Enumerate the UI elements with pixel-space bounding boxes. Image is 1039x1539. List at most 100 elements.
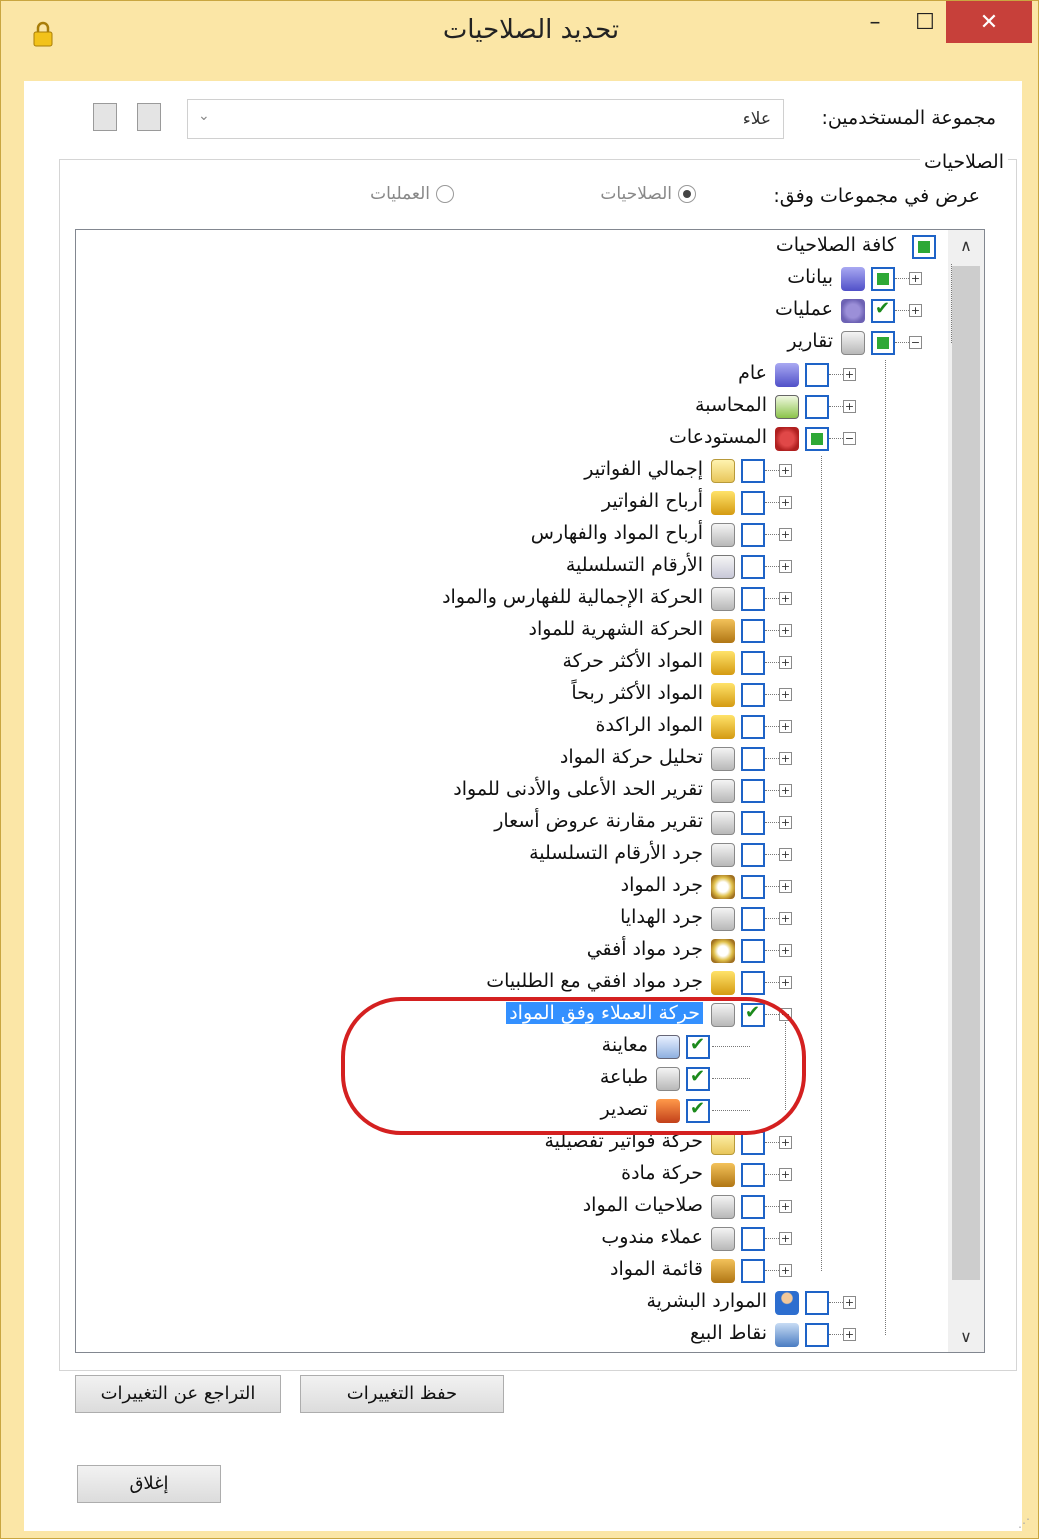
expand-icon[interactable]: +	[779, 816, 792, 829]
tree-row[interactable]: + أرباح الفواتير	[76, 488, 948, 518]
tree-row[interactable]: + الموارد البشرية	[76, 1288, 948, 1318]
tree-row[interactable]: + إجمالي الفواتير	[76, 456, 948, 486]
tree-item-label[interactable]: المحاسبة	[695, 394, 767, 416]
tree-row[interactable]: + الحركة الإجمالية للفهارس والمواد	[76, 584, 948, 614]
tree-checkbox[interactable]	[741, 491, 765, 515]
revert-changes-button[interactable]: التراجع عن التغييرات	[75, 1375, 281, 1413]
tree-row[interactable]: + المواد الراكدة	[76, 712, 948, 742]
tree-row[interactable]: + صلاحيات المواد	[76, 1192, 948, 1222]
tree-row[interactable]: + بيانات	[76, 264, 948, 294]
tree-checkbox[interactable]	[805, 363, 829, 387]
expand-icon[interactable]: +	[843, 400, 856, 413]
tree-item-label[interactable]: قائمة المواد	[610, 1258, 703, 1280]
maximize-button[interactable]: ☐	[904, 1, 946, 43]
tree-row[interactable]: + جرد مواد أفقي	[76, 936, 948, 966]
tree-row[interactable]: + جرد الهدايا	[76, 904, 948, 934]
tree-checkbox[interactable]	[741, 1163, 765, 1187]
scroll-down-arrow[interactable]: ∨	[948, 1327, 984, 1346]
tree-row[interactable]: + تحليل حركة المواد	[76, 744, 948, 774]
tree-checkbox[interactable]	[741, 779, 765, 803]
expand-icon[interactable]: +	[843, 368, 856, 381]
expand-icon[interactable]: +	[779, 592, 792, 605]
tree-row[interactable]: + عمليات	[76, 296, 948, 326]
scroll-thumb[interactable]	[952, 266, 980, 1280]
tree-item-label[interactable]: المستودعات	[669, 426, 767, 448]
tree-checkbox[interactable]	[741, 651, 765, 675]
chevron-down-icon[interactable]: ⌄	[198, 108, 210, 124]
tree-row[interactable]: − المستودعات	[76, 424, 948, 454]
tree-checkbox[interactable]	[871, 331, 895, 355]
expand-icon[interactable]: +	[843, 1296, 856, 1309]
tree-item-label[interactable]: عمليات	[775, 298, 833, 320]
expand-icon[interactable]: +	[909, 272, 922, 285]
tree-row[interactable]: + قائمة المواد	[76, 1256, 948, 1286]
tree-checkbox[interactable]	[741, 683, 765, 707]
tree-checkbox[interactable]	[741, 907, 765, 931]
tree-item-label[interactable]: عام	[738, 362, 767, 384]
expand-icon[interactable]: +	[779, 528, 792, 541]
tree-item-label[interactable]: جرد الهدايا	[620, 906, 703, 928]
tree-item-label[interactable]: الموارد البشرية	[646, 1290, 767, 1312]
radio-operations[interactable]: العمليات	[370, 184, 454, 204]
expand-icon[interactable]: +	[779, 848, 792, 861]
tree-item-label[interactable]: حركة مادة	[621, 1162, 703, 1184]
tree-row[interactable]: + المواد الأكثر حركة	[76, 648, 948, 678]
expand-icon[interactable]: +	[779, 784, 792, 797]
tree-checkbox[interactable]	[741, 715, 765, 739]
tree-item-label[interactable]: الأرقام التسلسلية	[566, 554, 703, 576]
expand-icon[interactable]: +	[779, 752, 792, 765]
tree-item-label[interactable]: بيانات	[787, 266, 833, 288]
expand-icon[interactable]: +	[779, 912, 792, 925]
tree-item-label[interactable]: عملاء مندوب	[601, 1226, 703, 1248]
tree-item-label[interactable]: الحركة الإجمالية للفهارس والمواد	[442, 586, 703, 608]
tree-checkbox[interactable]	[741, 1195, 765, 1219]
tree-row[interactable]: + جرد الأرقام التسلسلية	[76, 840, 948, 870]
tree-row[interactable]: كافة الصلاحيات	[76, 232, 948, 262]
tree-checkbox[interactable]	[741, 971, 765, 995]
tree-checkbox[interactable]	[741, 747, 765, 771]
user-group-combo[interactable]: علاء ⌄	[187, 99, 784, 139]
tree-item-label[interactable]: نقاط البيع	[690, 1322, 767, 1344]
tree-row[interactable]: − تقارير	[76, 328, 948, 358]
tree-checkbox[interactable]	[741, 1227, 765, 1251]
tree-checkbox[interactable]	[741, 811, 765, 835]
tree-item-label[interactable]: جرد مواد افقي مع الطلبيات	[486, 970, 703, 992]
tree-checkbox[interactable]	[805, 1323, 829, 1347]
expand-icon[interactable]: +	[779, 976, 792, 989]
tree-row[interactable]: + عام	[76, 360, 948, 390]
minimize-button[interactable]: –	[846, 1, 904, 43]
tree-row[interactable]: + الحركة الشهرية للمواد	[76, 616, 948, 646]
tree-row[interactable]: + المواد الأكثر ربحاً	[76, 680, 948, 710]
tree-row[interactable]: + الأرقام التسلسلية	[76, 552, 948, 582]
tree-row[interactable]: + نقاط البيع	[76, 1320, 948, 1350]
tree-row[interactable]: + حركة مادة	[76, 1160, 948, 1190]
tree-item-label[interactable]: أرباح الفواتير	[602, 490, 703, 512]
tree-checkbox[interactable]	[741, 555, 765, 579]
tree-item-label[interactable]: تحليل حركة المواد	[560, 746, 703, 768]
tree-checkbox[interactable]	[741, 843, 765, 867]
expand-icon[interactable]: +	[909, 304, 922, 317]
expand-icon[interactable]: +	[779, 1232, 792, 1245]
tree-item-label[interactable]: جرد مواد أفقي	[587, 938, 703, 960]
tree-checkbox[interactable]	[741, 619, 765, 643]
tree-item-label[interactable]: تقارير	[787, 330, 833, 352]
vertical-scrollbar[interactable]: ∧ ∨	[948, 230, 984, 1352]
tree-item-label[interactable]: المواد الأكثر ربحاً	[571, 682, 703, 704]
radio-permissions[interactable]: الصلاحيات	[600, 184, 696, 204]
expand-icon[interactable]: +	[779, 1168, 792, 1181]
expand-icon[interactable]: +	[779, 720, 792, 733]
tree-item-label[interactable]: أرباح المواد والفهارس	[531, 522, 703, 544]
tree-item-label[interactable]: إجمالي الفواتير	[584, 458, 703, 480]
tree-row[interactable]: + عملاء مندوب	[76, 1224, 948, 1254]
permissions-tree[interactable]: ∧ ∨ كافة الصلاحيات + بيانات + عمليات − تقارير +…	[75, 229, 985, 1353]
tree-row[interactable]: + المحاسبة	[76, 392, 948, 422]
tree-item-label[interactable]: تقرير مقارنة عروض أسعار	[494, 810, 703, 832]
tree-item-label[interactable]: تقرير الحد الأعلى والأدنى للمواد	[453, 778, 703, 800]
close-window-button[interactable]: ✕	[946, 1, 1032, 43]
tree-row[interactable]: + تقرير مقارنة عروض أسعار	[76, 808, 948, 838]
expand-icon[interactable]: +	[843, 1328, 856, 1341]
tree-checkbox[interactable]	[741, 587, 765, 611]
tree-item-label[interactable]: جرد الأرقام التسلسلية	[529, 842, 703, 864]
tree-row[interactable]: + تقرير الحد الأعلى والأدنى للمواد	[76, 776, 948, 806]
tree-item-label[interactable]: الحركة الشهرية للمواد	[529, 618, 703, 640]
